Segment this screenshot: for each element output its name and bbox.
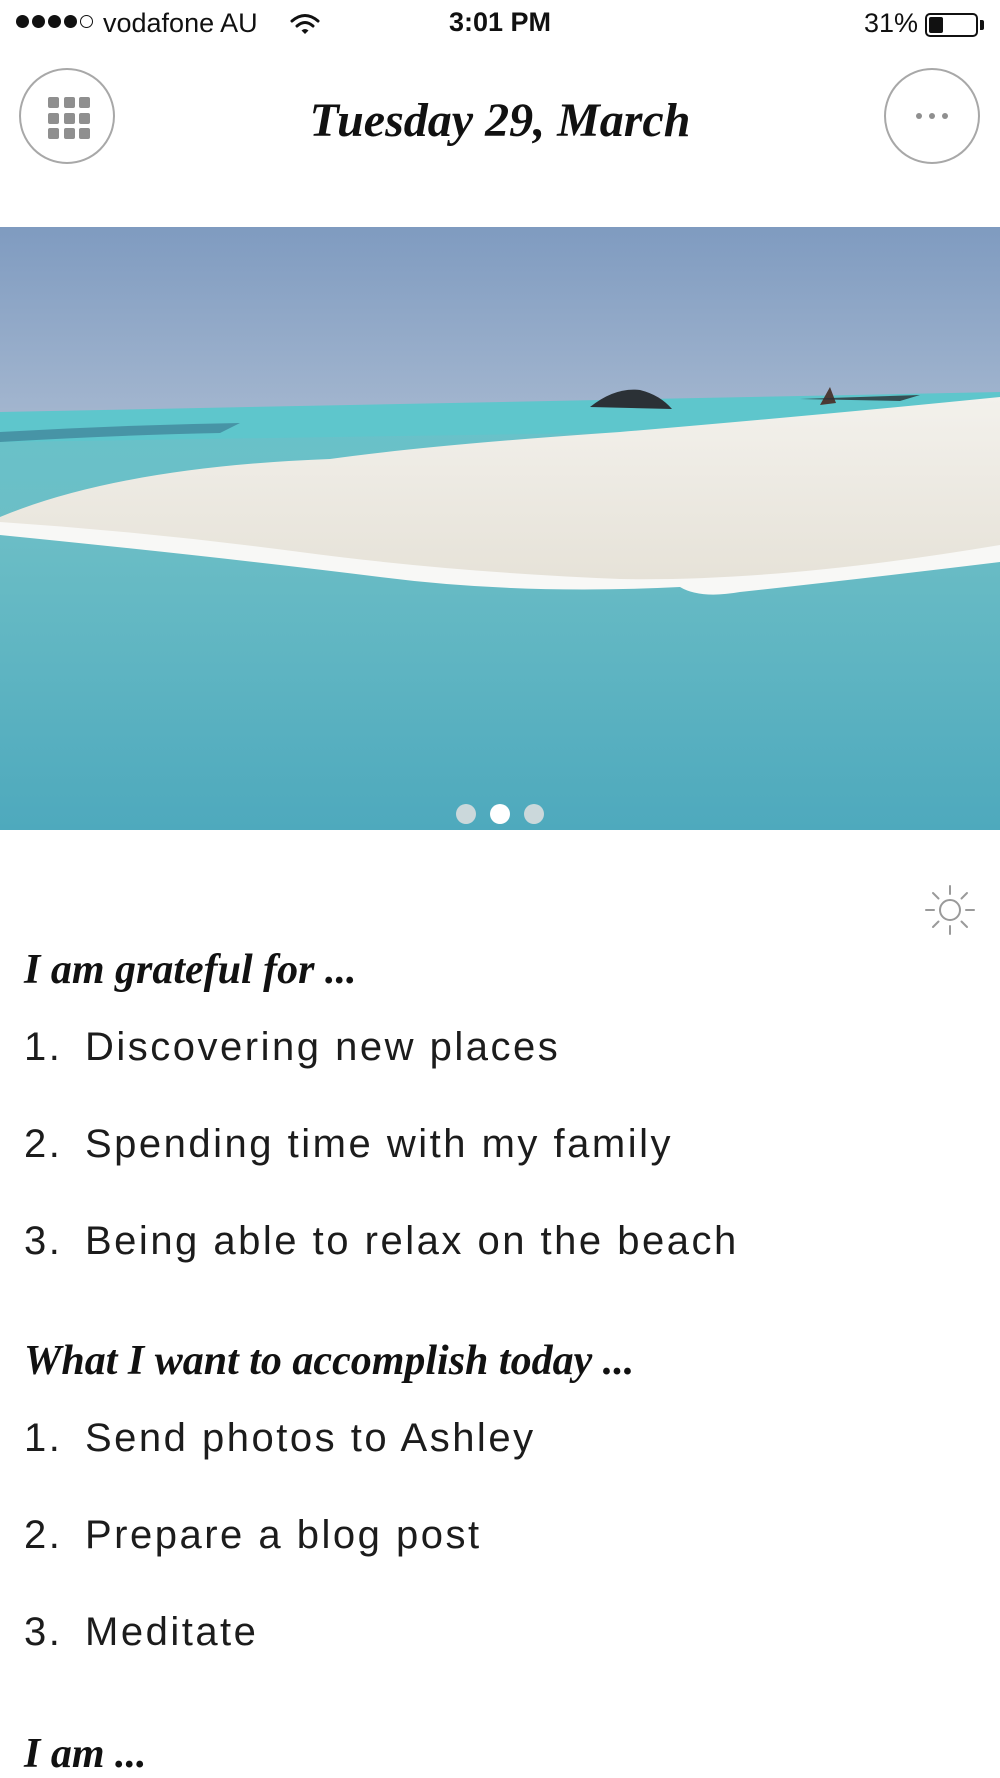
item-text: Discovering new places <box>85 1025 561 1069</box>
pager-dot[interactable] <box>490 804 510 824</box>
list-item[interactable]: 2. Spending time with my family <box>24 1122 974 1172</box>
item-number: 2. <box>24 1513 63 1557</box>
grid-icon <box>48 97 90 139</box>
pager-dot[interactable] <box>524 804 544 824</box>
section-heading-i-am: I am ... <box>24 1731 147 1777</box>
item-text: Meditate <box>85 1610 259 1654</box>
item-text: Send photos to Ashley <box>85 1416 536 1460</box>
pager-dot[interactable] <box>456 804 476 824</box>
menu-button[interactable] <box>19 68 115 164</box>
list-item[interactable]: 1. Send photos to Ashley <box>24 1416 974 1466</box>
battery-tip <box>980 20 984 30</box>
item-number: 1. <box>24 1025 63 1069</box>
item-number: 3. <box>24 1219 63 1263</box>
section-heading-grateful: I am grateful for ... <box>24 947 357 993</box>
item-number: 2. <box>24 1122 63 1166</box>
sun-icon[interactable] <box>922 882 978 938</box>
ellipsis-icon <box>886 70 978 162</box>
list-item[interactable]: 3. Being able to relax on the beach <box>24 1219 974 1269</box>
list-item[interactable]: 2. Prepare a blog post <box>24 1513 974 1563</box>
section-heading-accomplish: What I want to accomplish today ... <box>24 1338 635 1384</box>
carousel-pager[interactable] <box>0 804 1000 824</box>
beach-photo <box>0 227 1000 830</box>
photo-carousel[interactable] <box>0 227 1000 830</box>
item-number: 1. <box>24 1416 63 1460</box>
list-item[interactable]: 3. Meditate <box>24 1610 974 1660</box>
status-bar: vodafone AU 3:01 PM 31% <box>0 0 1000 50</box>
item-number: 3. <box>24 1610 63 1654</box>
list-item[interactable]: 1. Discovering new places <box>24 1025 974 1075</box>
item-text: Spending time with my family <box>85 1122 673 1166</box>
battery-icon <box>925 13 978 37</box>
item-text: Being able to relax on the beach <box>85 1219 739 1263</box>
status-time: 3:01 PM <box>448 7 552 37</box>
page-title: Tuesday 29, March <box>309 94 691 147</box>
item-text: Prepare a blog post <box>85 1513 482 1557</box>
battery-percent: 31% <box>864 8 919 38</box>
more-options-button[interactable] <box>884 68 980 164</box>
